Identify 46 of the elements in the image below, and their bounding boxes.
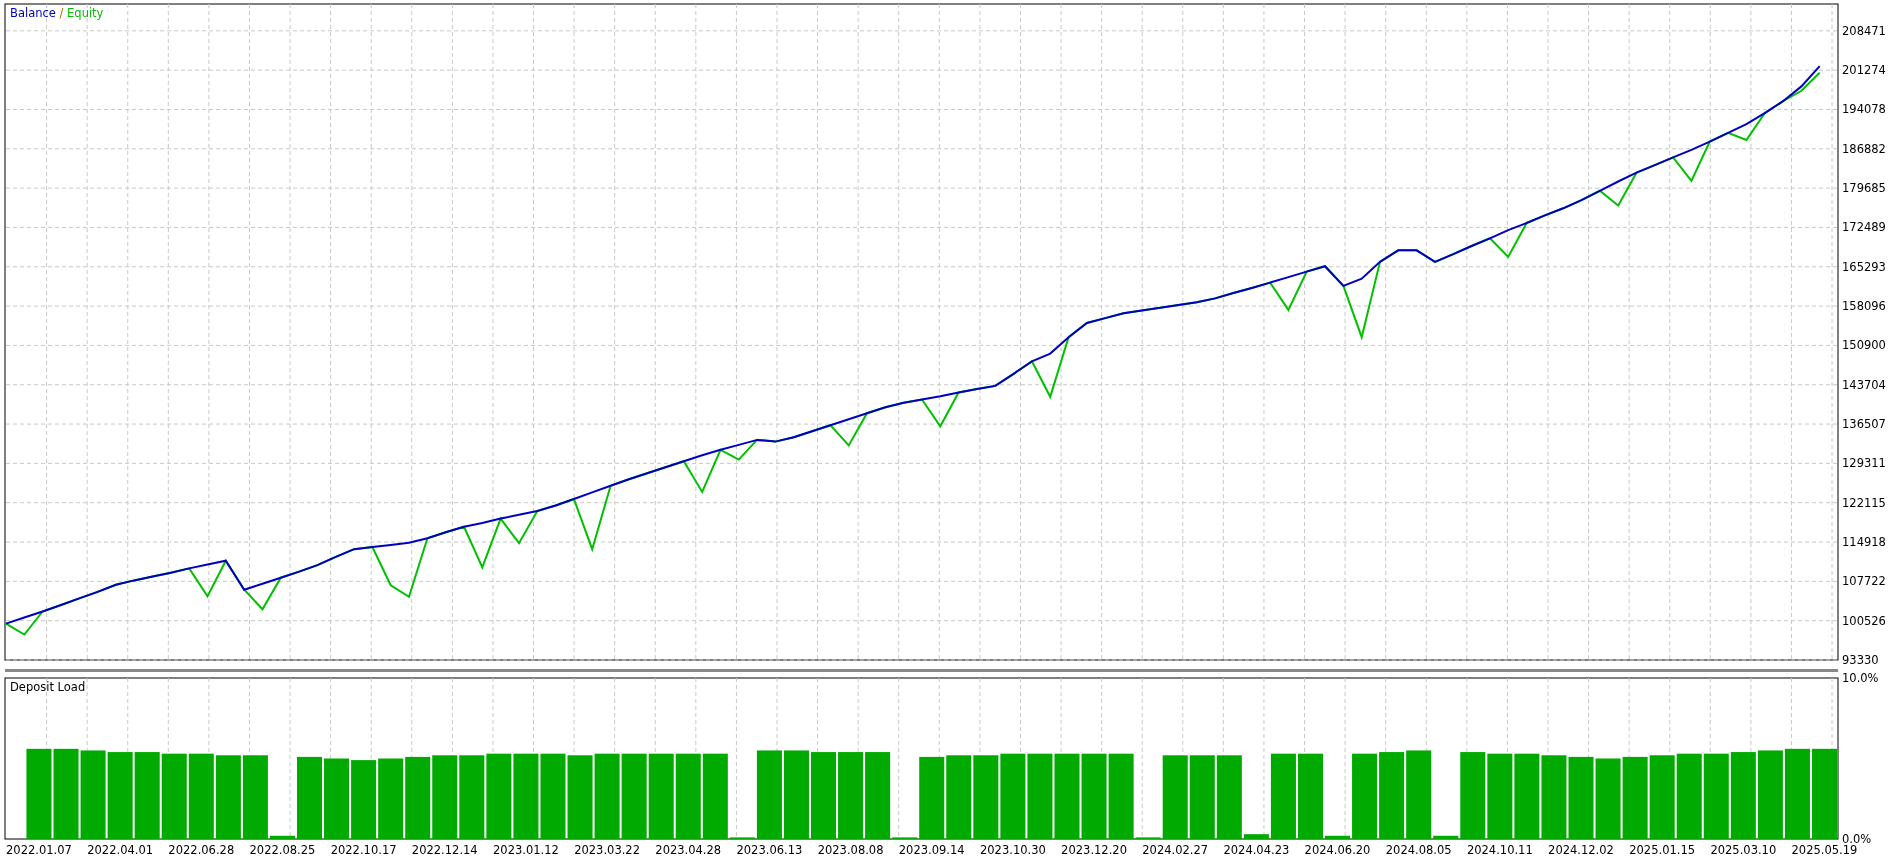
axis-label: 2024.08.05: [1385, 843, 1452, 857]
axis-label: 10.0%: [1842, 671, 1879, 685]
axis-label: 2022.01.07: [6, 843, 72, 857]
axis-label: 2023.09.14: [898, 843, 965, 857]
axis-label: 93330: [1842, 653, 1879, 667]
axis-label: 2025.01.15: [1629, 843, 1696, 857]
axis-label: 2023.03.22: [574, 843, 640, 857]
axis-label: 143704: [1842, 377, 1886, 392]
axis-label: 201274: [1842, 63, 1886, 78]
axis-label: 0.0%: [1842, 832, 1872, 846]
axis-label: 179685: [1842, 181, 1886, 196]
panel-title: Deposit Load: [10, 680, 86, 694]
axis-label: 158096: [1842, 299, 1886, 314]
axis-label: 208471: [1842, 23, 1886, 38]
axis-label: 2022.04.01: [87, 843, 154, 857]
axis-label: 2023.10.30: [979, 843, 1046, 857]
axis-label: 100526: [1842, 613, 1886, 628]
axis-label: 2024.06.20: [1304, 843, 1371, 857]
axis-label: 2023.04.28: [655, 843, 722, 857]
axis-label: 2022.08.25: [249, 843, 316, 857]
axis-label: 2023.01.12: [493, 843, 559, 857]
axis-label: 194078: [1842, 102, 1886, 117]
axis-label: 136507: [1842, 417, 1886, 432]
axis-label: 2025.05.19: [1791, 843, 1858, 857]
axis-label: 165293: [1842, 259, 1886, 274]
axis-label: 2024.12.02: [1548, 843, 1614, 857]
axis-label: 2024.04.23: [1223, 843, 1290, 857]
legend-separator: /: [59, 6, 64, 20]
axis-label: 114918: [1842, 535, 1886, 550]
axis-label: 2023.08.08: [817, 843, 884, 857]
axis-label: 172489: [1842, 220, 1886, 235]
legend-label: Equity: [67, 6, 104, 20]
axis-label: 2025.03.10: [1710, 843, 1777, 857]
axis-label: 2022.06.28: [168, 843, 235, 857]
axis-label: 107722: [1842, 574, 1886, 589]
axis-label: 129311: [1842, 456, 1886, 471]
axis-label: 122115: [1842, 495, 1886, 510]
axis-label: 2023.06.13: [736, 843, 803, 857]
axis-label: 150900: [1842, 338, 1886, 353]
axis-label: 2024.10.11: [1466, 843, 1533, 857]
axis-label: 2023.12.20: [1061, 843, 1127, 857]
axis-label: 2024.02.27: [1142, 843, 1209, 857]
axis-label: 2022.12.14: [411, 843, 478, 857]
axis-label: 2022.10.17: [330, 843, 397, 857]
legend-label: Balance: [10, 6, 56, 20]
axis-label: 186882: [1842, 141, 1886, 156]
